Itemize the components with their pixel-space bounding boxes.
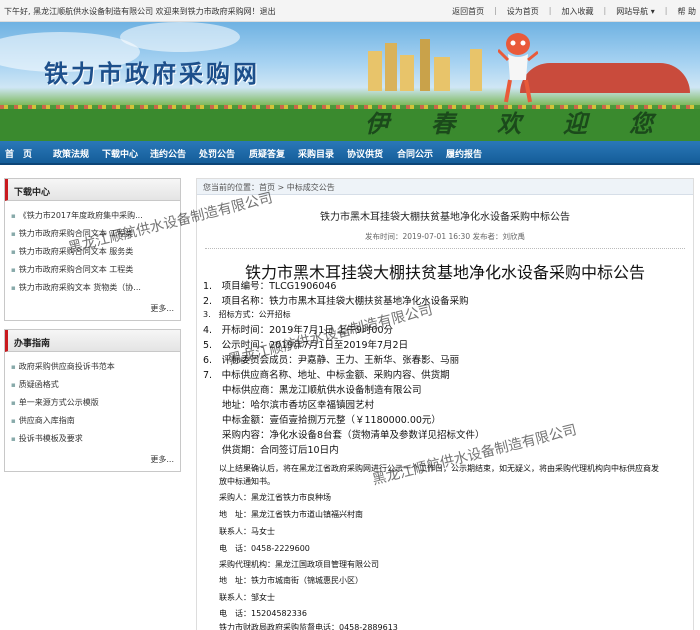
breadcrumb: 您当前的位置：首页 > 中标成交公告 <box>197 179 693 195</box>
guide-box: 办事指南 政府采购供应商投诉书范本 质疑函格式 单一来源方式公示模版 供应商入库… <box>4 329 181 472</box>
item-project-no: 1. 项目编号：TLCG1906046 <box>203 281 337 292</box>
contact-address: 地 址：黑龙江省铁力市道山镇福兴村南 <box>219 510 363 519</box>
nav-home[interactable]: 首 页 <box>5 147 32 160</box>
top-links: 返回首页 | 设为首页 | 加入收藏 | 网站导航 ▾ | 帮 助 <box>452 6 696 17</box>
nav-breach-notice[interactable]: 违约公告 <box>150 147 186 160</box>
article-panel: 您当前的位置：首页 > 中标成交公告 铁力市黑木耳挂袋大棚扶贫基地净化水设备采购… <box>196 178 694 630</box>
list-item[interactable]: 质疑函格式 <box>11 376 176 394</box>
guide-more-link[interactable]: 更多... <box>5 452 180 471</box>
link-set-homepage[interactable]: 设为首页 <box>507 6 539 17</box>
article-meta: 发布时间：2019-07-01 16:30 发布者：刘欣禹 <box>365 232 525 241</box>
item-bid-method: 3. 招标方式：公开招标 <box>203 310 291 319</box>
contact-person: 联系人：马女士 <box>219 527 275 536</box>
list-item[interactable]: 铁力市政府采购文本 货物类（协... <box>11 279 176 297</box>
list-item[interactable]: 铁力市政府采购合同文本 服务类 <box>11 243 176 261</box>
download-more-link[interactable]: 更多... <box>5 301 180 320</box>
list-item[interactable]: 供应商入库指南 <box>11 412 176 430</box>
divider <box>205 248 685 249</box>
nav-performance-report[interactable]: 履约报告 <box>446 147 482 160</box>
item-address: 地址：哈尔滨市香坊区幸福镇园艺村 <box>203 400 375 411</box>
link-help[interactable]: 帮 助 <box>677 6 696 17</box>
item-amount: 中标金额：壹佰壹拾捌万元整（￥1180000.00元） <box>203 415 441 426</box>
item-notice-period: 5. 公示时间：2019年7月1日至2019年7月2日 <box>203 340 409 351</box>
contact-purchaser: 采购人：黑龙江省铁力市良种场 <box>219 493 331 502</box>
list-item[interactable]: 单一来源方式公示模版 <box>11 394 176 412</box>
link-home[interactable]: 返回首页 <box>452 6 484 17</box>
header-banner: 铁力市政府采购网 伊春欢迎您 <box>0 22 700 141</box>
divider: | <box>664 6 668 15</box>
item-winner-header: 7. 中标供应商名称、地址、中标金额、采购内容、供货期 <box>203 370 450 381</box>
link-favorite[interactable]: 加入收藏 <box>561 6 593 17</box>
notice-line: 以上结果确认后，将在黑龙江省政府采购网进行公示一个工作日，公示期结束，如无疑义，… <box>219 464 659 473</box>
list-item[interactable]: 《铁力市2017年度政府集中采购... <box>11 207 176 225</box>
contact-supervision: 铁力市财政局政府采购监督电话：0458-2889613 <box>219 623 398 630</box>
top-bar: 下午好, 黑龙江顺航供水设备制造有限公司 欢迎来到铁力市政府采购网！退出 返回首… <box>0 0 700 22</box>
download-box-title: 下载中心 <box>5 179 180 201</box>
nav-catalog[interactable]: 采购目录 <box>298 147 334 160</box>
list-item[interactable]: 投诉书模板及要求 <box>11 430 176 448</box>
item-open-time: 4. 开标时间：2019年7月1日 上午9时00分 <box>203 325 393 336</box>
guide-box-title: 办事指南 <box>5 330 180 352</box>
divider: | <box>603 6 607 15</box>
item-project-name: 2. 项目名称：铁力市黑木耳挂袋大棚扶贫基地净化水设备采购 <box>203 296 469 307</box>
site-title: 铁力市政府采购网 <box>44 59 260 88</box>
nav-contract-notice[interactable]: 合同公示 <box>397 147 433 160</box>
nav-penalty-notice[interactable]: 处罚公告 <box>199 147 235 160</box>
notice-line: 放中标通知书。 <box>219 477 275 486</box>
nav-query-reply[interactable]: 质疑答复 <box>249 147 285 160</box>
contact-phone: 电 话：0458-2229600 <box>219 544 310 553</box>
item-committee: 6. 评标委员会成员：尹嘉静、王力、王新华、张春影、马丽 <box>203 355 460 366</box>
contact-agency: 采购代理机构：黑龙江国政项目管理有限公司 <box>219 560 379 569</box>
contact-agency-address: 地 址：铁力市城南街（锦城惠民小区） <box>219 576 363 585</box>
download-box: 下载中心 《铁力市2017年度政府集中采购... 铁力市政府采购合同文本 工程类… <box>4 178 181 321</box>
nav-policy[interactable]: 政策法规 <box>53 147 89 160</box>
sidebar: 下载中心 《铁力市2017年度政府集中采购... 铁力市政府采购合同文本 工程类… <box>4 178 181 480</box>
item-delivery: 供货期：合同签订后10日内 <box>203 445 339 456</box>
item-content: 采购内容：净化水设备8台套（货物清单及参数详见招标文件） <box>203 430 485 441</box>
greeting-text: 下午好, 黑龙江顺航供水设备制造有限公司 欢迎来到铁力市政府采购网！退出 <box>4 7 276 16</box>
list-item[interactable]: 铁力市政府采购合同文本 工程类 <box>11 261 176 279</box>
contact-agency-phone: 电 话：15204582336 <box>219 609 307 618</box>
nav-download[interactable]: 下载中心 <box>102 147 138 160</box>
divider: | <box>548 6 552 15</box>
link-site-nav[interactable]: 网站导航 ▾ <box>616 6 655 17</box>
divider: | <box>494 6 497 15</box>
welcome-slogan: 伊春欢迎您 <box>365 109 695 138</box>
list-item[interactable]: 铁力市政府采购合同文本 工程类 <box>11 225 176 243</box>
article-title: 铁力市黑木耳挂袋大棚扶贫基地净化水设备采购中标公告 <box>320 212 570 223</box>
nav-agreement-supply[interactable]: 协议供货 <box>347 147 383 160</box>
list-item[interactable]: 政府采购供应商投诉书范本 <box>11 358 176 376</box>
mascot-image <box>498 33 538 103</box>
item-winner: 中标供应商：黑龙江顺航供水设备制造有限公司 <box>203 385 422 396</box>
contact-agency-person: 联系人：邹女士 <box>219 593 275 602</box>
main-nav: 首 页 政策法规 下载中心 违约公告 处罚公告 质疑答复 采购目录 协议供货 合… <box>0 141 700 165</box>
